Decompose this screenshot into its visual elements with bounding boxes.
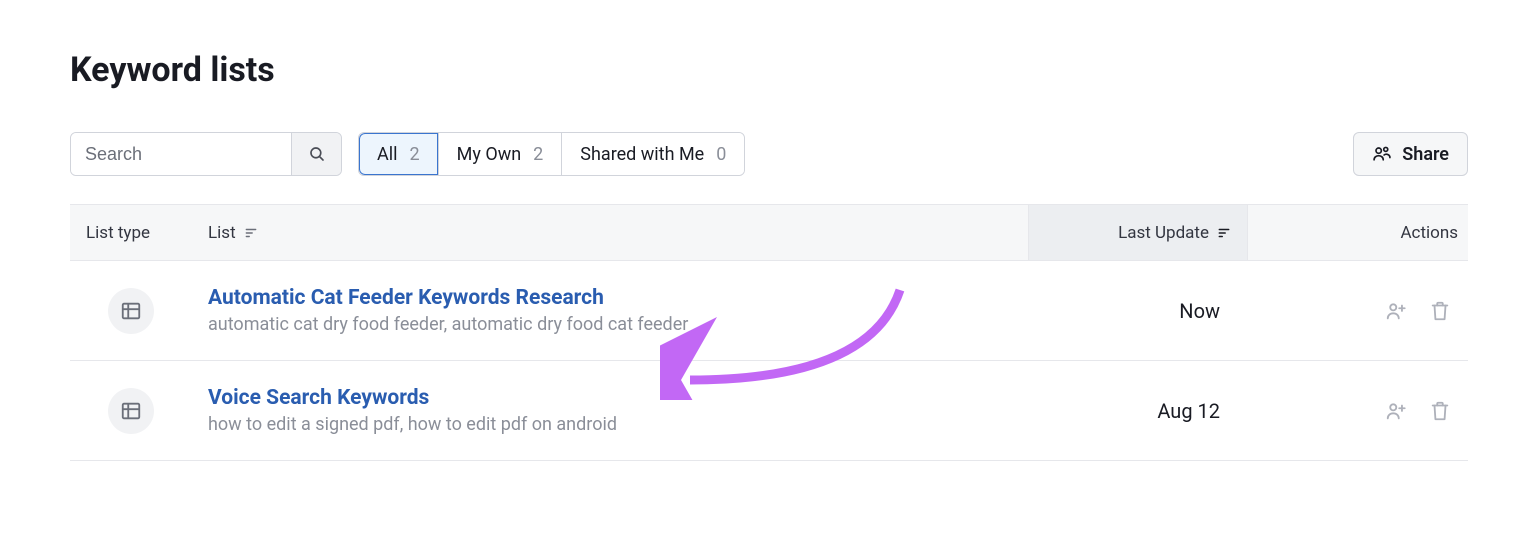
share-label: Share: [1402, 144, 1449, 165]
table-row: Automatic Cat Feeder Keywords Research a…: [70, 261, 1468, 361]
sort-icon: [244, 226, 258, 240]
tab-count: 2: [533, 144, 543, 165]
table-icon: [120, 400, 142, 422]
tab-count: 2: [410, 144, 420, 165]
col-actions: Actions: [1248, 223, 1468, 243]
delete-row-button[interactable]: [1428, 399, 1452, 423]
col-last-update[interactable]: Last Update: [1028, 205, 1248, 260]
share-row-button[interactable]: [1384, 399, 1408, 423]
tab-count: 0: [716, 144, 726, 165]
trash-icon: [1429, 400, 1451, 422]
tab-shared-with-me[interactable]: Shared with Me 0: [562, 133, 744, 175]
share-row-button[interactable]: [1384, 299, 1408, 323]
last-update-value: Now: [1028, 299, 1248, 323]
table-row: Voice Search Keywords how to edit a sign…: [70, 361, 1468, 461]
list-subtitle: automatic cat dry food feeder, automatic…: [208, 314, 1012, 335]
search-box: [70, 132, 342, 176]
share-button[interactable]: Share: [1353, 132, 1468, 176]
list-title-link[interactable]: Voice Search Keywords: [208, 386, 429, 410]
trash-icon: [1429, 300, 1451, 322]
page-title: Keyword lists: [70, 50, 1468, 90]
tab-label: My Own: [457, 144, 522, 165]
list-type-icon-wrap: [108, 288, 154, 334]
list-type-icon-wrap: [108, 388, 154, 434]
col-list-type[interactable]: List type: [70, 223, 192, 243]
keyword-lists-table: List type List Last Update Actions Autom…: [70, 204, 1468, 461]
tab-my-own[interactable]: My Own 2: [439, 133, 563, 175]
person-add-icon: [1385, 400, 1407, 422]
delete-row-button[interactable]: [1428, 299, 1452, 323]
tab-all[interactable]: All 2: [359, 133, 439, 175]
table-icon: [120, 300, 142, 322]
search-icon: [308, 145, 326, 163]
last-update-value: Aug 12: [1028, 399, 1248, 423]
person-add-icon: [1385, 300, 1407, 322]
sort-icon: [1217, 226, 1231, 240]
tab-label: All: [377, 144, 398, 165]
toolbar: All 2 My Own 2 Shared with Me 0 Share: [70, 132, 1468, 176]
list-title-link[interactable]: Automatic Cat Feeder Keywords Research: [208, 286, 604, 310]
search-input[interactable]: [71, 133, 291, 175]
people-share-icon: [1372, 144, 1392, 164]
table-header: List type List Last Update Actions: [70, 205, 1468, 261]
tab-label: Shared with Me: [580, 144, 704, 165]
filter-tabs: All 2 My Own 2 Shared with Me 0: [358, 132, 745, 176]
list-subtitle: how to edit a signed pdf, how to edit pd…: [208, 414, 1012, 435]
search-button[interactable]: [291, 133, 341, 175]
col-list[interactable]: List: [192, 223, 1028, 243]
